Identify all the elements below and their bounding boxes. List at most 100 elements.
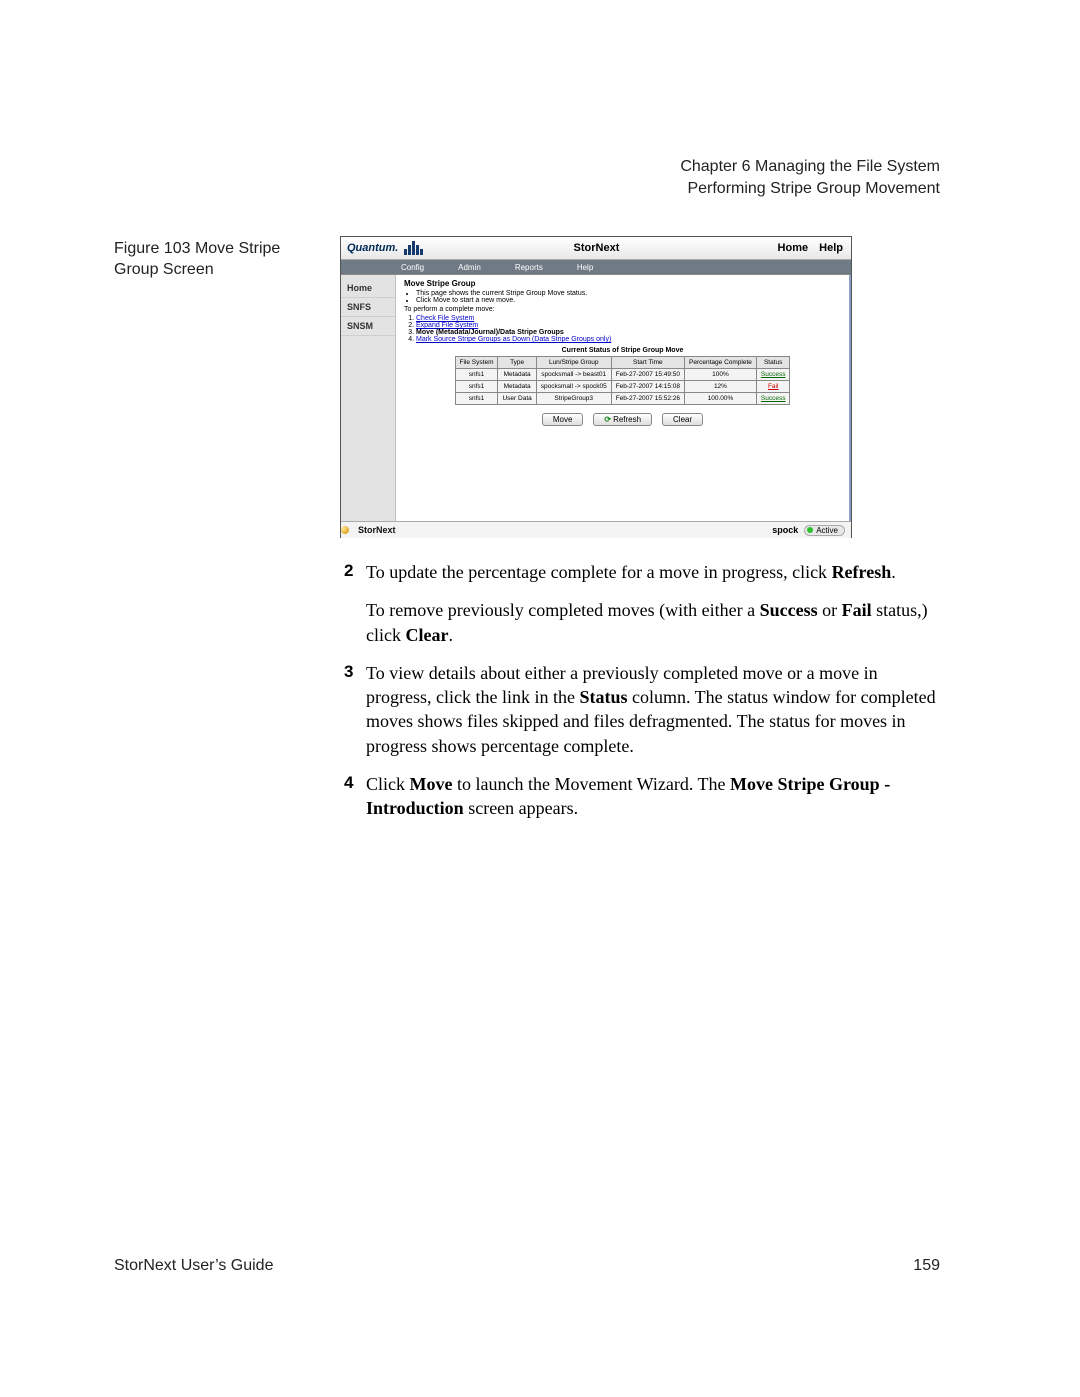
page: Chapter 6 Managing the File System Perfo… <box>0 0 1080 1397</box>
text: or <box>818 600 842 620</box>
menu-config[interactable]: Config <box>401 263 424 272</box>
refresh-term: Refresh <box>832 562 892 582</box>
screenshot-footer: StorNext spock Active <box>341 521 851 538</box>
col-fs: File System <box>455 357 498 369</box>
cell-pct: 100% <box>685 369 757 381</box>
product-orb-icon <box>341 526 349 534</box>
cell-pct: 100.00% <box>685 393 757 405</box>
status-dot-icon <box>807 527 813 533</box>
refresh-button-label: Refresh <box>613 415 641 424</box>
success-term: Success <box>760 600 818 620</box>
text: Click <box>366 774 410 794</box>
step-3-p1: To view details about either a previousl… <box>366 661 939 758</box>
panel-bullets: This page shows the current Stripe Group… <box>416 290 841 304</box>
text: To update the percentage complete for a … <box>366 562 832 582</box>
cell-type: Metadata <box>498 369 536 381</box>
step-paragraphs: Click Move to launch the Movement Wizard… <box>366 772 939 821</box>
cell-lun: spocksmall -> spock05 <box>536 381 611 393</box>
titlebar-links: Home Help <box>770 242 851 254</box>
text: screen appears. <box>464 798 578 818</box>
cell-start: Feb-27-2007 15:52:26 <box>611 393 684 405</box>
cell-fs: snfs1 <box>455 393 498 405</box>
cell-start: Feb-27-2007 14:15:08 <box>611 381 684 393</box>
perform-label: To perform a complete move: <box>404 306 841 313</box>
screenshot-move-stripe-group: Quantum. StorNext Home Help Config Admin… <box>340 236 852 538</box>
cell-lun: StripeGroup3 <box>536 393 611 405</box>
app-title: StorNext <box>423 242 769 254</box>
step-number: 3 <box>344 661 366 758</box>
sidebar-snfs[interactable]: SNFS <box>341 298 395 317</box>
status-term: Status <box>579 687 627 707</box>
menu-admin[interactable]: Admin <box>458 263 481 272</box>
running-header: Chapter 6 Managing the File System Perfo… <box>680 156 940 199</box>
cell-type: User Data <box>498 393 536 405</box>
panel-bullet-2: Click Move to start a new move. <box>416 297 841 304</box>
cell-start: Feb-27-2007 15:49:50 <box>611 369 684 381</box>
panel-title: Move Stripe Group <box>404 279 841 288</box>
brand-label: Quantum. <box>341 242 398 254</box>
step-link-check[interactable]: Check File System <box>416 315 474 322</box>
header-line-2: Performing Stripe Group Movement <box>680 178 940 200</box>
step-3: 3 To view details about either a previou… <box>344 661 939 758</box>
table-row: snfs1 User Data StripeGroup3 Feb-27-2007… <box>455 393 790 405</box>
sidebar-home[interactable]: Home <box>341 279 395 298</box>
text: . <box>891 562 896 582</box>
col-lun: Lun/Stripe Group <box>536 357 611 369</box>
step-number: 4 <box>344 772 366 821</box>
table-row: snfs1 Metadata spocksmall -> spock05 Feb… <box>455 381 790 393</box>
step-link-expand[interactable]: Expand File System <box>416 322 478 329</box>
body-text: 2 To update the percentage complete for … <box>344 560 939 835</box>
step-paragraphs: To view details about either a previousl… <box>366 661 939 758</box>
step-4: 4 Click Move to launch the Movement Wiza… <box>344 772 939 821</box>
footer-host: spock <box>772 525 798 535</box>
footer-status-label: Active <box>816 526 838 535</box>
status-table: File System Type Lun/Stripe Group Start … <box>455 356 791 405</box>
button-row: Move ⟳Refresh Clear <box>404 413 841 426</box>
move-button[interactable]: Move <box>542 413 584 426</box>
status-link-success[interactable]: Success <box>761 371 786 378</box>
cell-fs: snfs1 <box>455 381 498 393</box>
help-link[interactable]: Help <box>819 242 843 254</box>
table-header-row: File System Type Lun/Stripe Group Start … <box>455 357 790 369</box>
panel-bullet-1: This page shows the current Stripe Group… <box>416 290 841 297</box>
step-number: 2 <box>344 560 366 647</box>
col-type: Type <box>498 357 536 369</box>
footer-product: StorNext <box>352 525 396 535</box>
home-link[interactable]: Home <box>778 242 809 254</box>
text: To remove previously completed moves (wi… <box>366 600 760 620</box>
step-move: Move (Metadata/Journal)/Data Stripe Grou… <box>416 329 564 336</box>
clear-button[interactable]: Clear <box>662 413 703 426</box>
step-4-p1: Click Move to launch the Movement Wizard… <box>366 772 939 821</box>
screenshot-sidebar: Home SNFS SNSM <box>341 275 396 521</box>
sidebar-snsm[interactable]: SNSM <box>341 317 395 336</box>
menu-help[interactable]: Help <box>577 263 593 272</box>
footer-status-pill: Active <box>804 525 845 536</box>
step-2-p2: To remove previously completed moves (wi… <box>366 598 939 647</box>
refresh-button[interactable]: ⟳Refresh <box>593 413 652 426</box>
header-line-1: Chapter 6 Managing the File System <box>680 156 940 178</box>
cell-lun: spocksmall -> beast01 <box>536 369 611 381</box>
screenshot-menubar: Config Admin Reports Help <box>341 260 851 275</box>
col-start: Start Time <box>611 357 684 369</box>
step-2: 2 To update the percentage complete for … <box>344 560 939 647</box>
figure-caption: Figure 103 Move Stripe Group Screen <box>114 239 314 281</box>
table-caption: Current Status of Stripe Group Move <box>404 347 841 354</box>
fail-term: Fail <box>842 600 872 620</box>
move-term: Move <box>410 774 453 794</box>
text: to launch the Movement Wizard. The <box>452 774 730 794</box>
refresh-icon: ⟳ <box>604 415 611 424</box>
cell-type: Metadata <box>498 381 536 393</box>
clear-term: Clear <box>405 625 448 645</box>
footer-guide-name: StorNext User’s Guide <box>114 1257 273 1275</box>
text: . <box>448 625 453 645</box>
footer-page-number: 159 <box>913 1257 940 1275</box>
step-link-mark-down[interactable]: Mark Source Stripe Groups as Down (Data … <box>416 336 611 343</box>
menu-reports[interactable]: Reports <box>515 263 543 272</box>
col-pct: Percentage Complete <box>685 357 757 369</box>
perform-steps: Check File System Expand File System Mov… <box>416 315 841 343</box>
col-status: Status <box>756 357 790 369</box>
status-link-success[interactable]: Success <box>761 395 786 402</box>
table-row: snfs1 Metadata spocksmall -> beast01 Feb… <box>455 369 790 381</box>
status-link-fail[interactable]: Fail <box>768 383 778 390</box>
screenshot-body: Home SNFS SNSM Move Stripe Group This pa… <box>341 275 851 521</box>
